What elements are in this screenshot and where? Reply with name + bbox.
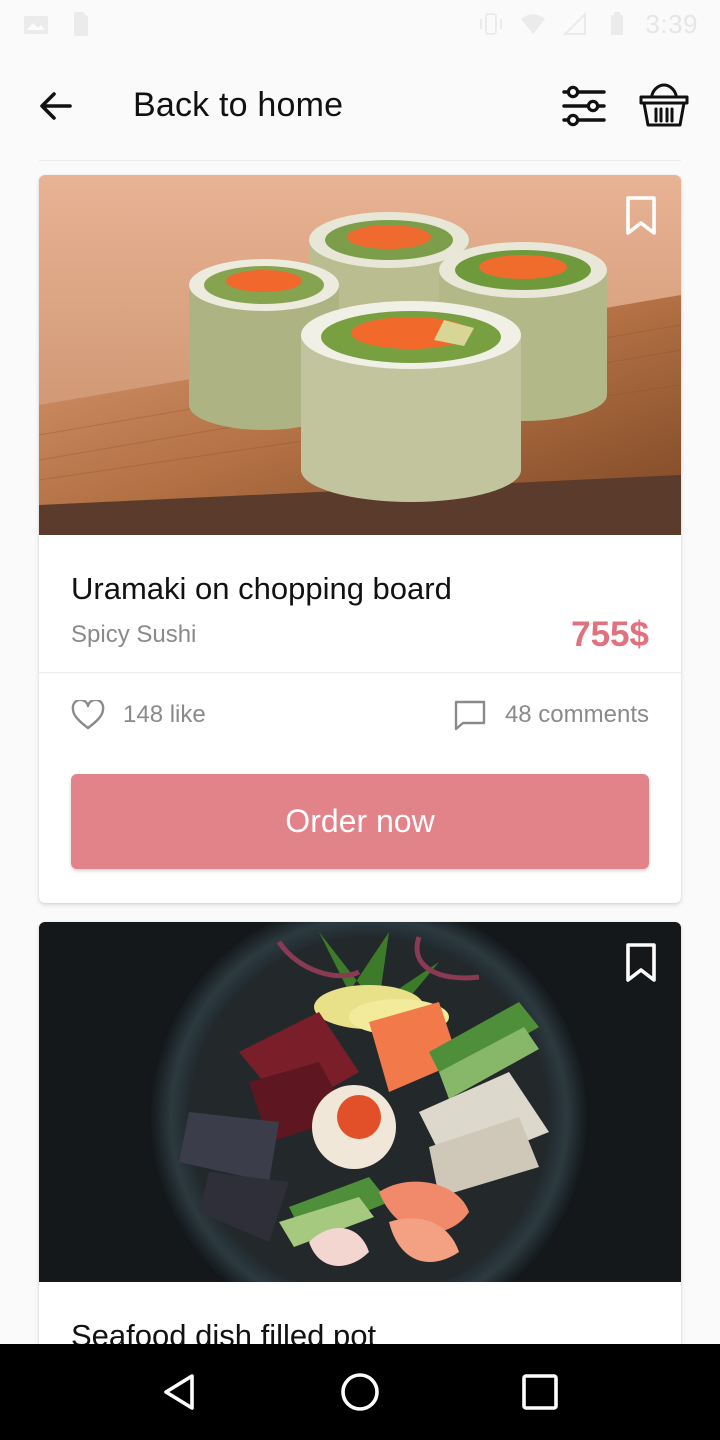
app-header: Back to home [0,56,720,156]
comment-icon [454,700,486,731]
comments-button[interactable]: 48 comments [453,695,649,735]
bookmark-icon [626,196,656,235]
shopping-basket-icon [639,83,689,127]
nav-back-button[interactable] [150,1362,210,1422]
battery-icon [611,12,624,35]
card-title: Uramaki on chopping board [71,571,452,606]
image-notification-icon [24,16,48,34]
bookmark-button[interactable] [623,942,659,984]
food-card[interactable]: Uramaki on chopping board Spicy Sushi 75… [39,175,681,903]
sim-card-icon [74,12,88,36]
page-title[interactable]: Back to home [133,86,343,125]
vibrate-icon [480,13,503,35]
square-recents-icon [522,1374,558,1410]
seafood-bowl-illustration [39,922,681,1282]
order-now-button[interactable]: Order now [71,774,649,869]
circle-home-icon [341,1373,379,1411]
wifi-icon [521,14,546,34]
card-divider [39,672,681,673]
status-left [22,10,94,38]
status-bar: 3:39 [0,0,720,48]
filter-button[interactable] [556,80,612,132]
bookmark-button[interactable] [623,195,659,237]
header-divider [39,160,681,161]
like-count: 148 like [123,701,206,728]
card-subtitle: Spicy Sushi [71,621,197,648]
price-label: 755$ [571,615,649,654]
sushi-rolls-illustration [39,175,681,535]
status-right: 3:39 [477,9,698,40]
back-button[interactable] [28,80,84,132]
system-nav-bar [0,1344,720,1440]
nav-recents-button[interactable] [510,1362,570,1422]
status-time: 3:39 [645,8,698,39]
like-button[interactable]: 148 like [71,695,206,735]
nav-home-button[interactable] [330,1362,390,1422]
sliders-icon [562,85,606,127]
seafood-bowl-photo[interactable] [39,922,681,1282]
signal-icon [562,11,587,35]
comment-count: 48 comments [504,701,649,728]
bookmark-icon [626,943,656,982]
heart-icon [71,700,105,730]
sushi-rolls-photo[interactable] [39,175,681,535]
triangle-back-icon [164,1374,194,1410]
arrow-left-icon [40,92,72,120]
food-card[interactable]: Seafood dish filled pot [39,922,681,1382]
basket-button[interactable] [636,78,692,134]
